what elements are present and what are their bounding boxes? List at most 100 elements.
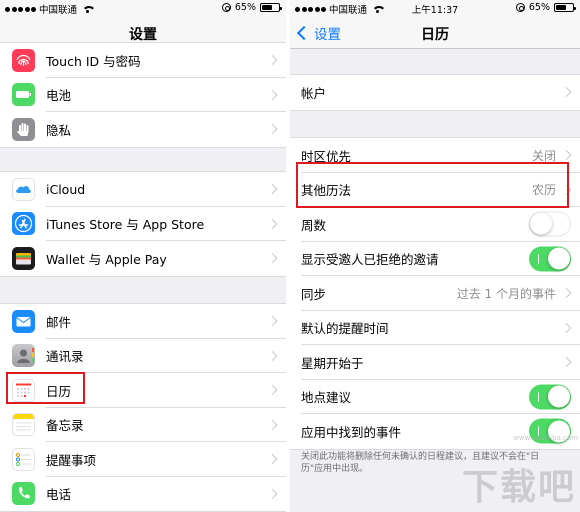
orientation-lock-icon	[515, 3, 525, 12]
settings-item-timezone-override[interactable]: 时区优先 关闭	[290, 138, 580, 173]
settings-item-label: 电话	[46, 487, 72, 503]
settings-item-label: 星期开始于	[301, 355, 364, 371]
carrier-name: 中国联通	[39, 5, 78, 16]
chevron-right-icon	[267, 419, 278, 430]
status-right: 65%	[221, 2, 282, 13]
settings-item-value: 过去 1 个月的事件	[456, 286, 556, 301]
settings-item-label: 提醒事项	[46, 452, 97, 468]
settings-item-calendar[interactable]: 日历	[0, 373, 286, 408]
settings-item-label: 电池	[46, 88, 72, 104]
chevron-right-icon	[267, 488, 278, 499]
chevron-right-icon	[561, 357, 572, 368]
settings-item-contacts[interactable]: 通讯录	[0, 339, 286, 373]
settings-item-value: 农历	[531, 183, 556, 198]
week-numbers-toggle[interactable]	[529, 211, 571, 237]
settings-item-label: Touch ID 与密码	[46, 53, 141, 69]
settings-item-phone[interactable]: 电话	[0, 477, 286, 512]
settings-item-icloud[interactable]: iCloud	[0, 172, 286, 207]
battery-icon	[260, 3, 282, 12]
reminders-icon	[12, 447, 35, 471]
settings-item-label: 隐私	[46, 122, 72, 138]
nav-bar: 设置 日历	[290, 16, 580, 49]
settings-item-mail[interactable]: 邮件	[0, 304, 286, 339]
chevron-right-icon	[267, 454, 278, 465]
settings-screen: 中国联通 65% 设置 Touch ID 与密码 电池 隐私 iCloud iT…	[0, 0, 286, 512]
settings-item-label: 通讯录	[46, 349, 84, 365]
settings-item-label: 备忘录	[46, 418, 84, 434]
settings-item-week-numbers: 周数	[290, 207, 580, 242]
chevron-right-icon	[561, 87, 572, 98]
chevron-right-icon	[267, 55, 278, 66]
chevron-right-icon	[267, 253, 278, 264]
battery-icon	[12, 83, 35, 107]
chevron-right-icon	[561, 184, 572, 195]
chevron-right-icon	[267, 350, 278, 361]
chevron-right-icon	[561, 322, 572, 333]
page-title: 日历	[421, 27, 449, 43]
settings-item-notes[interactable]: 备忘录	[0, 408, 286, 442]
orientation-lock-icon	[221, 3, 231, 12]
carrier: 中国联通	[5, 2, 97, 16]
calendar-icon	[12, 378, 35, 402]
settings-item-label: 时区优先	[301, 148, 352, 164]
settings-item-label: 其他历法	[301, 183, 352, 199]
settings-group-security: Touch ID 与密码 电池 隐私	[0, 42, 286, 148]
location-suggestions-toggle[interactable]	[529, 384, 571, 410]
footer-note: 关闭此功能将删除任何未确认的日程建议，且建议不会在"日历"应用中出现。	[301, 452, 540, 474]
settings-group-accounts: iCloud iTunes Store 与 App Store Wallet 与…	[0, 171, 286, 277]
status-bar: 中国联通 65%	[0, 0, 286, 16]
settings-item-label: 邮件	[46, 314, 72, 330]
chevron-right-icon	[267, 184, 278, 195]
calendar-settings-group: 时区优先 关闭 其他历法 农历 周数 显示受邀人已拒绝的邀请 同步 过去 1 个…	[290, 137, 580, 450]
wallet-icon	[12, 246, 35, 270]
settings-item-start-week-on[interactable]: 星期开始于	[290, 345, 580, 380]
settings-item-show-declined: 显示受邀人已拒绝的邀请	[290, 242, 580, 276]
settings-item-label: 显示受邀人已拒绝的邀请	[301, 252, 439, 268]
chevron-right-icon	[267, 124, 278, 135]
settings-item-battery[interactable]: 电池	[0, 78, 286, 112]
chevron-right-icon	[267, 218, 278, 229]
battery-percent: 65%	[234, 2, 256, 13]
mail-icon	[12, 309, 35, 333]
hand-icon	[12, 117, 35, 141]
chevron-right-icon	[561, 150, 572, 161]
chevron-right-icon	[267, 385, 278, 396]
status-bar: 中国联通 上午11:37 65%	[290, 0, 580, 16]
settings-item-value: 关闭	[531, 148, 556, 163]
status-right: 65%	[515, 2, 576, 13]
settings-item-privacy[interactable]: 隐私	[0, 112, 286, 147]
contacts-icon	[12, 344, 35, 368]
settings-item-label: 默认的提醒时间	[301, 321, 389, 337]
chevron-right-icon	[561, 288, 572, 299]
settings-item-wallet[interactable]: Wallet 与 Apple Pay	[0, 241, 286, 276]
notes-icon	[12, 413, 35, 437]
fingerprint-icon	[12, 48, 35, 72]
chevron-right-icon	[267, 89, 278, 100]
settings-item-touch-id[interactable]: Touch ID 与密码	[0, 43, 286, 78]
show-declined-toggle[interactable]	[529, 246, 571, 272]
settings-item-default-alert-times[interactable]: 默认的提醒时间	[290, 311, 580, 345]
watermark-url: www.xiazaiba.com	[513, 434, 578, 442]
page-title: 设置	[129, 27, 157, 43]
settings-item-app-store[interactable]: iTunes Store 与 App Store	[0, 207, 286, 241]
settings-item-accounts[interactable]: 帐户	[290, 75, 580, 110]
settings-item-reminders[interactable]: 提醒事项	[0, 442, 286, 477]
settings-item-sync[interactable]: 同步 过去 1 个月的事件	[290, 276, 580, 311]
settings-group-apps: 邮件 通讯录 日历 备忘录 提醒事项 电话	[0, 303, 286, 512]
settings-item-label: 同步	[301, 286, 327, 302]
cloud-icon	[12, 177, 35, 201]
settings-item-label: 帐户	[301, 85, 327, 101]
settings-item-alternate-calendars[interactable]: 其他历法 农历	[290, 173, 580, 207]
phone-icon	[12, 482, 35, 506]
settings-item-label: iTunes Store 与 App Store	[46, 217, 205, 233]
settings-item-location-suggestions: 地点建议	[290, 380, 580, 414]
chevron-right-icon	[267, 316, 278, 327]
settings-item-label: iCloud	[46, 181, 86, 197]
wifi-icon	[82, 5, 97, 13]
settings-item-events-found-in-apps: 应用中找到的事件	[290, 414, 580, 449]
settings-item-label: 日历	[46, 383, 72, 399]
settings-item-label: 应用中找到的事件	[301, 424, 402, 440]
signal-icon	[5, 6, 36, 12]
battery-icon	[554, 3, 576, 12]
settings-item-label: Wallet 与 Apple Pay	[46, 251, 167, 267]
